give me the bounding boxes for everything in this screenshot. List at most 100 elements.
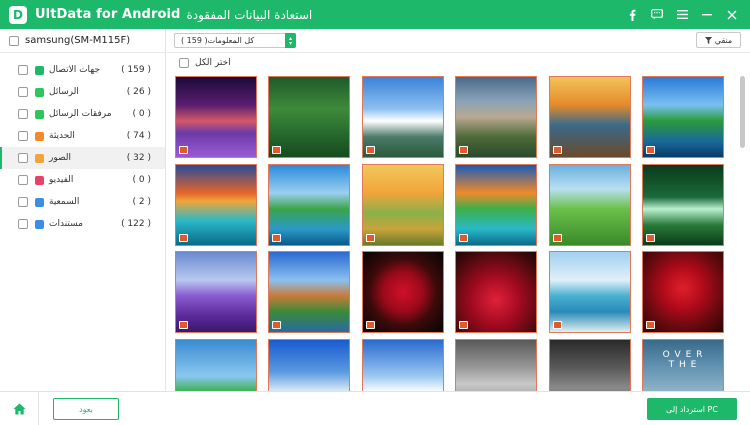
image-type-icon — [272, 321, 281, 329]
beach-palm-photo[interactable] — [175, 339, 257, 391]
beach-photo[interactable] — [549, 251, 631, 333]
green-waterfall-photo[interactable] — [642, 164, 724, 246]
device-row[interactable]: samsung(SM-M115F) — [0, 29, 165, 53]
sidebar-category[interactable]: مرفقات الرسائل ( 0 ) — [0, 103, 165, 125]
category-count: ( 26 ) — [126, 87, 151, 97]
golden-lake-photo[interactable] — [362, 164, 444, 246]
photo-thumbnail — [363, 165, 443, 245]
scroll-thumb[interactable] — [740, 76, 745, 148]
photo-thumbnail — [550, 252, 630, 332]
red-rose-photo[interactable] — [362, 251, 444, 333]
image-type-icon — [459, 146, 468, 154]
category-count: ( 2 ) — [132, 197, 151, 207]
photo-thumbnail — [550, 165, 630, 245]
lavender-sunset-photo[interactable] — [175, 76, 257, 158]
category-checkbox[interactable] — [18, 153, 28, 163]
sidebar-category[interactable]: الرسائل ( 26 ) — [0, 81, 165, 103]
category-checkbox[interactable] — [18, 219, 28, 229]
photo-thumbnail — [176, 165, 256, 245]
ocean-clouds-photo[interactable] — [362, 339, 444, 391]
sidebar-category[interactable]: مستندات ( 122 ) — [0, 213, 165, 235]
type-dropdown[interactable]: كل المعلومات( 159 ) ▴ ▾ — [174, 33, 296, 48]
photo-thumbnail — [456, 77, 536, 157]
select-all-label: اختر الكل — [195, 58, 231, 68]
palm-island-photo[interactable] — [642, 76, 724, 158]
grid-scrollbar[interactable] — [740, 76, 745, 391]
category-checkbox[interactable] — [18, 65, 28, 75]
menu-icon[interactable] — [670, 3, 694, 27]
palm-island-orange-photo[interactable] — [455, 164, 537, 246]
red-rose-dew-photo[interactable] — [642, 251, 724, 333]
filter-button[interactable]: منقي — [696, 32, 741, 48]
image-type-icon — [553, 234, 562, 242]
category-icon — [35, 131, 44, 141]
sidebar-category[interactable]: الحديثة ( 74 ) — [0, 125, 165, 147]
phone-screenshot-photo[interactable] — [549, 339, 631, 391]
filter-icon — [704, 36, 712, 44]
sidebar-category[interactable]: جهات الاتصال ( 159 ) — [0, 59, 165, 81]
photo-thumbnail — [269, 340, 349, 391]
sidebar-category[interactable]: الفيديو ( 0 ) — [0, 169, 165, 191]
gray-texture-photo[interactable] — [455, 339, 537, 391]
category-checkbox[interactable] — [18, 109, 28, 119]
category-icon — [35, 153, 44, 163]
home-button[interactable] — [0, 392, 39, 425]
photo-thumbnail — [269, 77, 349, 157]
category-checkbox[interactable] — [18, 175, 28, 185]
photo-thumbnail — [176, 252, 256, 332]
category-checkbox[interactable] — [18, 197, 28, 207]
device-checkbox[interactable] — [9, 35, 19, 46]
category-icon — [35, 175, 44, 185]
recover-to-pc-button[interactable]: استرداد إلى PC — [647, 398, 737, 420]
back-button[interactable]: بعود — [53, 398, 119, 420]
facebook-icon[interactable] — [620, 3, 644, 27]
category-label: مرفقات الرسائل — [49, 109, 112, 119]
over-the-text-photo[interactable]: O V E R T H E — [642, 339, 724, 391]
blue-sky-clouds-photo[interactable] — [268, 339, 350, 391]
image-type-icon — [646, 321, 655, 329]
photo-thumbnail — [643, 165, 723, 245]
select-all-checkbox[interactable] — [179, 58, 189, 68]
category-icon — [35, 197, 44, 207]
photo-thumbnail — [643, 252, 723, 332]
photo-thumbnail — [363, 77, 443, 157]
filter-label: منقي — [714, 35, 733, 45]
select-all[interactable]: اختر الكل — [179, 57, 231, 69]
tropical-sunset-photo[interactable] — [175, 164, 257, 246]
category-label: السمعية — [49, 197, 80, 207]
photo-thumbnail — [550, 340, 630, 391]
sidebar-category[interactable]: الصور ( 32 ) — [0, 147, 165, 169]
photo-thumbnail — [643, 77, 723, 157]
cottage-lake-photo[interactable] — [268, 251, 350, 333]
green-field-road-photo[interactable] — [549, 164, 631, 246]
dropdown-arrow-icon: ▴ ▾ — [285, 33, 296, 48]
image-type-icon — [646, 234, 655, 242]
category-icon — [35, 109, 44, 119]
category-label: مستندات — [49, 219, 83, 229]
photo-thumbnail — [269, 165, 349, 245]
minimize-icon[interactable] — [695, 3, 719, 27]
photo-grid: O V E R T H E — [175, 76, 731, 391]
mountain-lake-photo[interactable] — [455, 76, 537, 158]
forest-photo[interactable] — [268, 76, 350, 158]
image-type-icon — [459, 321, 468, 329]
tree-sunset-photo[interactable] — [549, 76, 631, 158]
palm-island-blue-photo[interactable] — [268, 164, 350, 246]
category-checkbox[interactable] — [18, 131, 28, 141]
category-checkbox[interactable] — [18, 87, 28, 97]
red-roses-photo[interactable] — [455, 251, 537, 333]
category-label: جهات الاتصال — [49, 65, 101, 75]
image-type-icon — [366, 146, 375, 154]
category-count: ( 32 ) — [126, 153, 151, 163]
sidebar-category[interactable]: السمعية ( 2 ) — [0, 191, 165, 213]
mountains-blue-sky-photo[interactable] — [362, 76, 444, 158]
category-count: ( 0 ) — [132, 109, 151, 119]
feedback-icon[interactable] — [645, 3, 669, 27]
content-toolbar: كل المعلومات( 159 ) ▴ ▾ منقي — [167, 29, 750, 53]
image-type-icon — [366, 234, 375, 242]
type-dropdown-value: كل المعلومات( 159 ) — [181, 36, 255, 45]
close-icon[interactable] — [720, 3, 744, 27]
lavender-field-photo[interactable] — [175, 251, 257, 333]
image-type-icon — [179, 321, 188, 329]
title-bar: D UltData for Android استعادة البيانات ا… — [0, 0, 750, 29]
